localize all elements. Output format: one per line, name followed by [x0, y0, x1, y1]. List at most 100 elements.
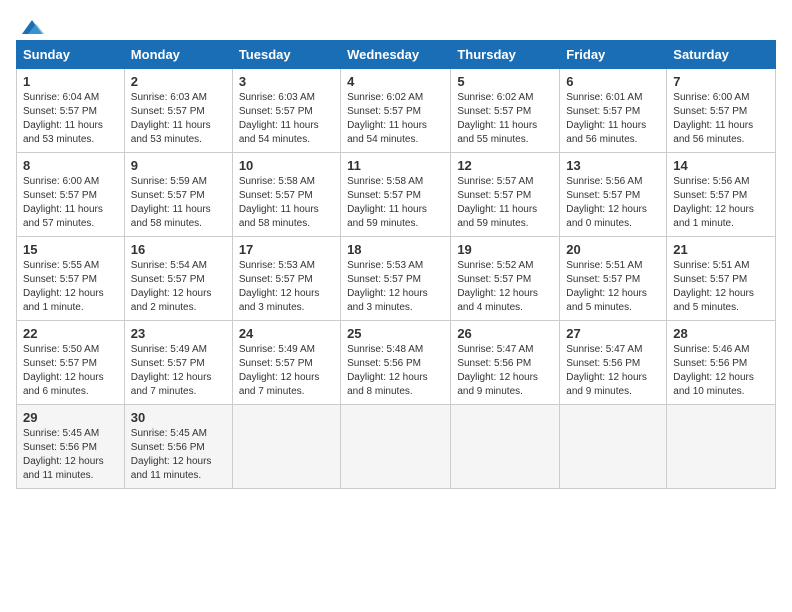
day-number: 14 [673, 158, 769, 173]
calendar-cell: 29 Sunrise: 5:45 AMSunset: 5:56 PMDaylig… [17, 405, 125, 489]
calendar-cell: 14 Sunrise: 5:56 AMSunset: 5:57 PMDaylig… [667, 153, 776, 237]
day-number: 29 [23, 410, 118, 425]
day-info: Sunrise: 5:54 AMSunset: 5:57 PMDaylight:… [131, 260, 212, 313]
weekday-header-row: SundayMondayTuesdayWednesdayThursdayFrid… [17, 41, 776, 69]
calendar-cell: 4 Sunrise: 6:02 AMSunset: 5:57 PMDayligh… [341, 69, 451, 153]
calendar-cell: 19 Sunrise: 5:52 AMSunset: 5:57 PMDaylig… [451, 237, 560, 321]
day-number: 20 [566, 242, 660, 257]
day-info: Sunrise: 6:03 AMSunset: 5:57 PMDaylight:… [131, 92, 211, 145]
day-info: Sunrise: 5:56 AMSunset: 5:57 PMDaylight:… [566, 176, 647, 229]
logo-icon [18, 16, 46, 38]
calendar-week-row: 1 Sunrise: 6:04 AMSunset: 5:57 PMDayligh… [17, 69, 776, 153]
day-number: 13 [566, 158, 660, 173]
day-info: Sunrise: 5:58 AMSunset: 5:57 PMDaylight:… [347, 176, 427, 229]
logo [16, 16, 46, 30]
day-info: Sunrise: 5:46 AMSunset: 5:56 PMDaylight:… [673, 344, 754, 397]
calendar-cell [451, 405, 560, 489]
calendar-cell: 24 Sunrise: 5:49 AMSunset: 5:57 PMDaylig… [232, 321, 340, 405]
calendar-cell: 9 Sunrise: 5:59 AMSunset: 5:57 PMDayligh… [124, 153, 232, 237]
calendar-cell: 18 Sunrise: 5:53 AMSunset: 5:57 PMDaylig… [341, 237, 451, 321]
day-number: 22 [23, 326, 118, 341]
day-number: 17 [239, 242, 334, 257]
day-number: 19 [457, 242, 553, 257]
calendar-cell: 23 Sunrise: 5:49 AMSunset: 5:57 PMDaylig… [124, 321, 232, 405]
calendar-cell [560, 405, 667, 489]
calendar-cell: 21 Sunrise: 5:51 AMSunset: 5:57 PMDaylig… [667, 237, 776, 321]
day-number: 21 [673, 242, 769, 257]
calendar-cell: 17 Sunrise: 5:53 AMSunset: 5:57 PMDaylig… [232, 237, 340, 321]
day-number: 25 [347, 326, 444, 341]
day-info: Sunrise: 6:04 AMSunset: 5:57 PMDaylight:… [23, 92, 103, 145]
weekday-header-thursday: Thursday [451, 41, 560, 69]
day-number: 2 [131, 74, 226, 89]
day-info: Sunrise: 6:03 AMSunset: 5:57 PMDaylight:… [239, 92, 319, 145]
calendar-cell: 12 Sunrise: 5:57 AMSunset: 5:57 PMDaylig… [451, 153, 560, 237]
day-number: 30 [131, 410, 226, 425]
day-info: Sunrise: 6:00 AMSunset: 5:57 PMDaylight:… [23, 176, 103, 229]
day-number: 7 [673, 74, 769, 89]
day-number: 26 [457, 326, 553, 341]
calendar-cell: 7 Sunrise: 6:00 AMSunset: 5:57 PMDayligh… [667, 69, 776, 153]
day-info: Sunrise: 5:50 AMSunset: 5:57 PMDaylight:… [23, 344, 104, 397]
calendar-cell: 26 Sunrise: 5:47 AMSunset: 5:56 PMDaylig… [451, 321, 560, 405]
day-info: Sunrise: 5:52 AMSunset: 5:57 PMDaylight:… [457, 260, 538, 313]
weekday-header-friday: Friday [560, 41, 667, 69]
day-number: 8 [23, 158, 118, 173]
day-info: Sunrise: 5:53 AMSunset: 5:57 PMDaylight:… [347, 260, 428, 313]
day-number: 10 [239, 158, 334, 173]
day-info: Sunrise: 6:01 AMSunset: 5:57 PMDaylight:… [566, 92, 646, 145]
day-number: 4 [347, 74, 444, 89]
day-number: 6 [566, 74, 660, 89]
day-info: Sunrise: 5:59 AMSunset: 5:57 PMDaylight:… [131, 176, 211, 229]
day-info: Sunrise: 5:48 AMSunset: 5:56 PMDaylight:… [347, 344, 428, 397]
calendar-cell: 27 Sunrise: 5:47 AMSunset: 5:56 PMDaylig… [560, 321, 667, 405]
day-info: Sunrise: 5:53 AMSunset: 5:57 PMDaylight:… [239, 260, 320, 313]
weekday-header-monday: Monday [124, 41, 232, 69]
calendar-cell [232, 405, 340, 489]
calendar-cell: 5 Sunrise: 6:02 AMSunset: 5:57 PMDayligh… [451, 69, 560, 153]
day-number: 9 [131, 158, 226, 173]
calendar-cell: 28 Sunrise: 5:46 AMSunset: 5:56 PMDaylig… [667, 321, 776, 405]
calendar-week-row: 29 Sunrise: 5:45 AMSunset: 5:56 PMDaylig… [17, 405, 776, 489]
calendar-cell: 30 Sunrise: 5:45 AMSunset: 5:56 PMDaylig… [124, 405, 232, 489]
calendar-cell: 25 Sunrise: 5:48 AMSunset: 5:56 PMDaylig… [341, 321, 451, 405]
day-info: Sunrise: 5:45 AMSunset: 5:56 PMDaylight:… [131, 428, 212, 481]
day-number: 23 [131, 326, 226, 341]
day-info: Sunrise: 5:47 AMSunset: 5:56 PMDaylight:… [457, 344, 538, 397]
day-info: Sunrise: 5:51 AMSunset: 5:57 PMDaylight:… [566, 260, 647, 313]
day-info: Sunrise: 5:56 AMSunset: 5:57 PMDaylight:… [673, 176, 754, 229]
calendar-cell: 15 Sunrise: 5:55 AMSunset: 5:57 PMDaylig… [17, 237, 125, 321]
day-info: Sunrise: 5:49 AMSunset: 5:57 PMDaylight:… [131, 344, 212, 397]
calendar-cell [341, 405, 451, 489]
day-number: 1 [23, 74, 118, 89]
calendar-cell: 1 Sunrise: 6:04 AMSunset: 5:57 PMDayligh… [17, 69, 125, 153]
calendar-cell: 22 Sunrise: 5:50 AMSunset: 5:57 PMDaylig… [17, 321, 125, 405]
calendar-table: SundayMondayTuesdayWednesdayThursdayFrid… [16, 40, 776, 489]
day-number: 28 [673, 326, 769, 341]
calendar-cell: 8 Sunrise: 6:00 AMSunset: 5:57 PMDayligh… [17, 153, 125, 237]
day-info: Sunrise: 5:57 AMSunset: 5:57 PMDaylight:… [457, 176, 537, 229]
day-number: 27 [566, 326, 660, 341]
day-number: 5 [457, 74, 553, 89]
calendar-cell: 11 Sunrise: 5:58 AMSunset: 5:57 PMDaylig… [341, 153, 451, 237]
calendar-cell: 2 Sunrise: 6:03 AMSunset: 5:57 PMDayligh… [124, 69, 232, 153]
day-number: 15 [23, 242, 118, 257]
day-number: 3 [239, 74, 334, 89]
calendar-week-row: 15 Sunrise: 5:55 AMSunset: 5:57 PMDaylig… [17, 237, 776, 321]
calendar-week-row: 22 Sunrise: 5:50 AMSunset: 5:57 PMDaylig… [17, 321, 776, 405]
page-header [16, 16, 776, 30]
day-info: Sunrise: 5:45 AMSunset: 5:56 PMDaylight:… [23, 428, 104, 481]
calendar-cell: 16 Sunrise: 5:54 AMSunset: 5:57 PMDaylig… [124, 237, 232, 321]
day-info: Sunrise: 5:55 AMSunset: 5:57 PMDaylight:… [23, 260, 104, 313]
calendar-week-row: 8 Sunrise: 6:00 AMSunset: 5:57 PMDayligh… [17, 153, 776, 237]
day-info: Sunrise: 6:00 AMSunset: 5:57 PMDaylight:… [673, 92, 753, 145]
day-number: 16 [131, 242, 226, 257]
day-number: 24 [239, 326, 334, 341]
day-number: 11 [347, 158, 444, 173]
calendar-cell [667, 405, 776, 489]
day-number: 12 [457, 158, 553, 173]
weekday-header-sunday: Sunday [17, 41, 125, 69]
day-info: Sunrise: 6:02 AMSunset: 5:57 PMDaylight:… [457, 92, 537, 145]
calendar-cell: 10 Sunrise: 5:58 AMSunset: 5:57 PMDaylig… [232, 153, 340, 237]
weekday-header-wednesday: Wednesday [341, 41, 451, 69]
